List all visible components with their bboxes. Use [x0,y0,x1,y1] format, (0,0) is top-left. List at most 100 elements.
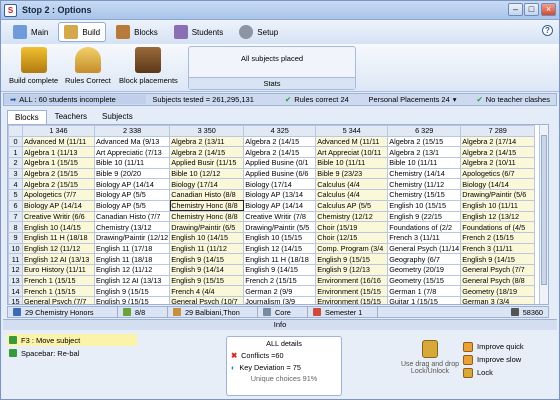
grid-cell[interactable]: Biology AP (5/5 [93,199,171,212]
grid-cell[interactable]: Canadian Histo (7/7 [93,210,171,223]
grid-cell[interactable]: Biology (17/14 [243,178,317,191]
improve-slow-button[interactable]: Improve slow [463,353,524,366]
help-icon[interactable]: ? [542,25,553,36]
grid-cell[interactable]: English 12 (14/15 [243,242,317,255]
grid-cell[interactable]: Geometry (18/19 [460,285,536,297]
column-header[interactable]: 2 338 [93,125,171,137]
grid-cell[interactable]: Bible 10 (12/12 [169,167,245,180]
grid-cell[interactable]: English 12 (11/12 [22,242,95,255]
grid-cell[interactable]: English 9 (15/15 [169,274,245,287]
grid-cell[interactable]: Choir (15/19 [315,221,389,233]
grid-cell[interactable]: Apologetics (6/7 [460,167,536,180]
students-status[interactable]: ➡ ALL : 60 students incomplete [4,95,147,104]
lock-button[interactable]: Lock [463,366,524,379]
grid-cell[interactable]: General Psych (8/8 [460,274,536,287]
grid-cell[interactable]: Environment (16/16 [315,274,389,287]
grid-cell[interactable]: English 11 H (18/18 [22,231,95,244]
grid-cell[interactable]: German 3 (3/4 [460,296,536,304]
tab-blocks-view[interactable]: Blocks [7,110,47,124]
grid-cell[interactable]: Chemistry Honc (8/8 [169,210,245,223]
grid-cell[interactable]: Bible 10 (11/11 [315,157,389,169]
grid-cell[interactable]: Biology AP (14/14 [243,199,317,212]
column-header[interactable]: 4 325 [243,125,317,137]
grid-cell[interactable]: French 3 (11/11 [387,231,462,244]
tab-build[interactable]: Build [58,22,107,42]
grid-cell[interactable]: Geometry (15/15 [387,274,462,287]
tab-blocks[interactable]: Blocks [110,22,164,42]
maximize-button[interactable]: □ [524,3,539,16]
grid-cell[interactable]: General Psych (7/7 [460,263,536,276]
grid-cell[interactable]: English 9 (14/15 [243,263,317,276]
grid-cell[interactable]: Chemistry (12/12 [315,210,389,223]
grid-cell[interactable]: Foundations of (4/5 [460,221,536,233]
grid-cell[interactable]: French 1 (15/15 [22,274,95,287]
grid-cell[interactable]: Algebra 2 (15/15 [22,167,95,180]
grid-cell[interactable]: Algebra 1 (11/13 [22,146,95,159]
grid-cell[interactable]: Algebra 2 (13/1 [387,146,462,159]
tab-setup[interactable]: Setup [233,22,284,42]
grid-cell[interactable]: Geography (6/7 [387,253,462,265]
grid-cell[interactable]: Chemistry (13/12 [93,221,171,233]
grid-cell[interactable]: Biology AP (14/14 [22,199,95,212]
grid-cell[interactable]: Advanced M (11/11 [22,135,95,148]
close-button[interactable]: × [541,3,556,16]
grid-cell[interactable]: Advanced M (11/11 [315,135,389,148]
grid-cell[interactable]: Calculus (4/4 [315,189,389,201]
grid-cell[interactable]: English 11 (18/18 [93,253,171,265]
grid-cell[interactable]: Applied Busine (0/1 [243,157,317,169]
grid-cell[interactable]: Biology (17/14 [169,178,245,191]
grid-cell[interactable]: Biology (14/14 [460,178,536,191]
grid-cell[interactable]: Calculus (4/4 [315,178,389,191]
grid-cell[interactable]: Algebra 1 (15/15 [22,157,95,169]
grid-cell[interactable]: English 9 (14/15 [169,253,245,265]
grid-cell[interactable]: English 9 (15/15 [93,285,171,297]
column-header[interactable]: 1 346 [22,125,95,137]
minimize-button[interactable]: – [508,3,523,16]
scroll-thumb[interactable] [541,135,547,285]
grid-cell[interactable]: Algebra 2 (14/15 [460,146,536,159]
grid-cell[interactable]: Comp. Program (3/4 [315,242,389,255]
grid-cell[interactable]: Biology AP (5/5 [93,189,171,201]
grid-cell[interactable]: Creative Writir (7/8 [243,210,317,223]
grid-cell[interactable]: Algebra 2 (17/14 [460,135,536,148]
placements-dropdown[interactable]: Personal Placements 24 ▾ [362,95,470,104]
tab-students[interactable]: Students [168,22,230,42]
grid-cell[interactable]: Drawing/Paintir (5/5 [243,221,317,233]
vertical-scrollbar[interactable] [539,125,548,304]
column-header[interactable]: 7 289 [460,125,536,137]
grid-cell[interactable]: General Psych (10/7 [169,296,245,304]
grid-cell[interactable]: General Psych (7/7 [22,296,95,304]
grid-cell[interactable]: Drawing/Paintir (12/12 [93,231,171,244]
lock-area[interactable]: Use drag and drop Lock/Unlock [395,340,465,375]
grid-cell[interactable]: French 2 (15/15 [243,274,317,287]
grid-cell[interactable]: Environment (15/15 [315,285,389,297]
grid-cell[interactable]: Apologetics (7/7 [22,189,95,201]
grid-cell[interactable]: French 4 (4/4 [169,285,245,297]
grid-cell[interactable]: Geometry (20/19 [387,263,462,276]
grid-cell[interactable]: Applied Busine (6/6 [243,167,317,180]
block-placements-button[interactable]: Block placements [119,47,178,85]
grid-cell[interactable]: English 11 H (18/18 [243,253,317,265]
grid-cell[interactable]: Algebra 2 (15/15 [387,135,462,148]
grid-cell[interactable]: Biology AP (13/14 [243,189,317,201]
grid-cell[interactable]: French 1 (15/15 [22,285,95,297]
grid-cell[interactable]: Art Appreciat (10/11 [315,146,389,159]
grid-cell[interactable]: English 9 (15/15 [315,253,389,265]
grid-cell[interactable]: German 2 (9/9 [243,285,317,297]
grid-cell[interactable]: English 11 (17/18 [93,242,171,255]
grid-cell[interactable]: Biology AP (14/14 [93,178,171,191]
grid-cell[interactable]: English 12 AI (13/13 [22,253,95,265]
grid-cell[interactable]: German 1 (7/8 [387,285,462,297]
grid-cell[interactable]: Chemistry (15/15 [387,189,462,201]
grid-cell[interactable]: Chemistry (14/14 [387,167,462,180]
grid-cell[interactable]: English 12 AI (13/13 [93,274,171,287]
grid-cell[interactable]: Choir (12/15 [315,231,389,244]
grid-cell[interactable]: English 10 (15/15 [243,231,317,244]
grid-cell[interactable]: Algebra 2 (14/15 [243,135,317,148]
grid-cell[interactable]: English 10 (11/11 [460,199,536,212]
grid-cell[interactable]: French 3 (11/11 [460,242,536,255]
grid-cell[interactable]: English 10 (14/15 [169,231,245,244]
tab-main[interactable]: Main [7,22,54,42]
improve-quick-button[interactable]: Improve quick [463,340,524,353]
tab-teachers-view[interactable]: Teachers [48,110,94,124]
